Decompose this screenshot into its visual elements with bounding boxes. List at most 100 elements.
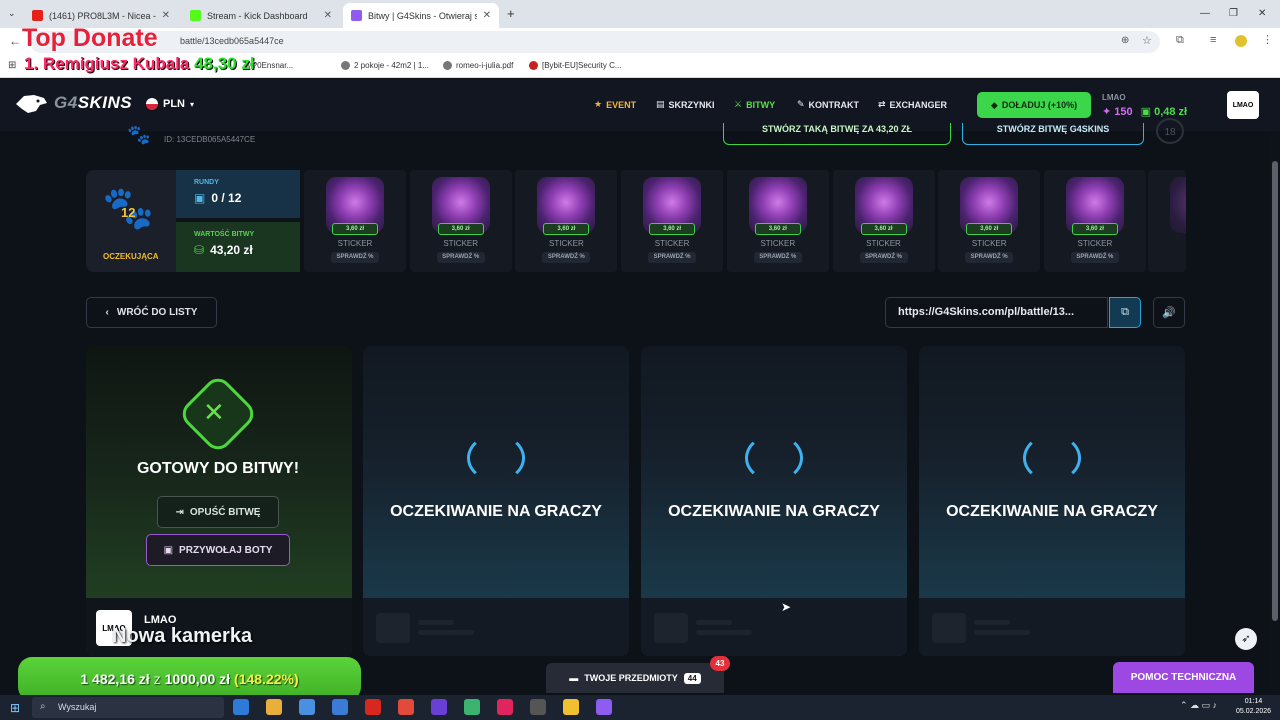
- loading-spinner-icon: [467, 434, 525, 482]
- store-icon[interactable]: [299, 699, 315, 715]
- create-same-battle-button[interactable]: STWÓRZ TAKĄ BITWĘ ZA 43,20 ZŁ: [723, 123, 951, 145]
- avatar-placeholder: [376, 613, 410, 643]
- browser-tab-kick[interactable]: Stream - Kick Dashboard ✕: [182, 3, 340, 28]
- case-name: STICKER: [443, 239, 479, 248]
- donate-goal: 1000,00 zł: [164, 671, 231, 687]
- restore-button[interactable]: ❐: [1229, 8, 1238, 19]
- close-tab-icon[interactable]: ✕: [324, 10, 332, 21]
- case-name: STICKER: [760, 239, 796, 248]
- logo-text: G4SKINS: [54, 93, 133, 112]
- check-odds-button[interactable]: SPRAWDŹ %: [331, 252, 379, 263]
- opera-icon[interactable]: [365, 699, 381, 715]
- deposit-icon: ◆: [990, 99, 998, 110]
- call-bots-button[interactable]: ▣ PRZYWOŁAJ BOTY: [146, 534, 290, 566]
- case-card[interactable]: 3,60 zł STICKER SPRAWDŹ %: [1043, 170, 1146, 272]
- file-explorer-icon[interactable]: [266, 699, 282, 715]
- chevron-left-icon: ‹: [105, 307, 109, 318]
- top-donate-entry: 1. Remigiusz Kubala 48,30 zł: [24, 54, 255, 73]
- nav-kontrakt[interactable]: ✎ KONTRAKT: [797, 99, 859, 110]
- new-tab-button[interactable]: +: [507, 6, 515, 21]
- case-card[interactable]: 3,60 zł STICKER SPRAWDŹ %: [409, 170, 512, 272]
- nav-skrzynki[interactable]: ▤ SKRZYNKI: [656, 99, 715, 110]
- kick-icon[interactable]: [563, 699, 579, 715]
- windows-start-icon[interactable]: ⊞: [10, 701, 20, 715]
- bookmark-item[interactable]: romeo-i-julia.pdf: [443, 61, 513, 70]
- avatar-placeholder: [654, 613, 688, 643]
- exit-icon: ⇥: [175, 506, 184, 518]
- bookmark-item[interactable]: 2 pokoje - 42m2 | 1...: [341, 61, 429, 70]
- case-name: STICKER: [654, 239, 690, 248]
- bookmark-star-icon[interactable]: ☆: [1142, 34, 1152, 47]
- share-url-field[interactable]: https://G4Skins.com/pl/battle/13...: [885, 297, 1108, 328]
- mail-icon[interactable]: [332, 699, 348, 715]
- copy-link-button[interactable]: ⧉: [1109, 297, 1141, 328]
- battle-value-label: WARTOŚĆ BITWY: [194, 231, 255, 238]
- system-tray-icons[interactable]: ⌃ ☁ ▭ ♪: [1180, 700, 1217, 711]
- media-icon[interactable]: ≡: [1210, 34, 1216, 46]
- top-donate-title: Top Donate: [22, 24, 158, 52]
- close-window-button[interactable]: ✕: [1258, 8, 1266, 19]
- bookmark-item[interactable]: [Bybit-EU]Security C...: [529, 61, 622, 70]
- close-tab-icon[interactable]: ✕: [483, 10, 491, 21]
- case-card[interactable]: 3,60 zł STICKER SPRAWDŹ %: [621, 170, 724, 272]
- browser-tab-g4skins[interactable]: Bitwy | G4Skins - Otwieraj skrzy ✕: [343, 3, 499, 28]
- create-g4skins-battle-button[interactable]: STWÓRZ BITWĘ G4SKINS: [962, 123, 1144, 145]
- currency-selector[interactable]: PLN ▾: [146, 98, 194, 110]
- edge-icon[interactable]: [233, 699, 249, 715]
- loading-spinner-icon: [1023, 434, 1081, 482]
- tiktok-icon[interactable]: [497, 699, 513, 715]
- extensions-icon[interactable]: ⧉: [1176, 34, 1184, 47]
- tab-list-chevron-icon[interactable]: ⌄: [8, 8, 16, 19]
- user-summary[interactable]: LMAO ✦ 150 ▣ 0,48 zł: [1102, 93, 1187, 118]
- back-to-list-button[interactable]: ‹ WRÓĆ DO LISTY: [86, 297, 217, 328]
- battle-value-box: WARTOŚĆ BITWY ⛁ 43,20 zł: [176, 222, 300, 272]
- back-arrow-icon[interactable]: ←: [9, 34, 21, 48]
- sound-toggle-button[interactable]: 🔊: [1153, 297, 1185, 328]
- your-items-button[interactable]: ▬ TWOJE PRZEDMIOTY 44: [546, 663, 724, 693]
- profile-icon[interactable]: [1235, 35, 1247, 47]
- case-card-partial[interactable]: [1148, 170, 1186, 272]
- check-odds-button[interactable]: SPRAWDŹ %: [859, 252, 908, 263]
- page-scrollbar[interactable]: [1270, 131, 1280, 691]
- chrome-profile-icon[interactable]: [464, 699, 480, 715]
- star-icon: ★: [594, 99, 603, 109]
- chrome-icon[interactable]: [398, 699, 414, 715]
- taskbar-clock[interactable]: 01:14 05.02.2026: [1236, 697, 1271, 717]
- case-card[interactable]: 3,60 zł STICKER SPRAWDŹ %: [832, 170, 935, 272]
- player-slot-4: [919, 346, 1185, 656]
- app-icon[interactable]: [530, 699, 546, 715]
- minimize-button[interactable]: —: [1200, 8, 1210, 19]
- check-odds-button[interactable]: SPRAWDŹ %: [542, 252, 591, 263]
- case-card[interactable]: 3,60 zł STICKER SPRAWDŹ %: [515, 170, 618, 272]
- menu-dots-icon[interactable]: ⋮: [1262, 33, 1273, 46]
- nav-event[interactable]: ★ EVENT: [594, 99, 636, 110]
- close-tab-icon[interactable]: ✕: [162, 10, 170, 21]
- zoom-icon[interactable]: ⊕: [1121, 35, 1129, 46]
- apps-grid-icon[interactable]: ⊞: [8, 60, 16, 71]
- deposit-button[interactable]: ◆ DOŁADUJ (+10%): [977, 92, 1091, 118]
- nav-exchanger[interactable]: ⇄ EXCHANGER: [878, 99, 947, 110]
- tab-title: Bitwy | G4Skins - Otwieraj skrzy: [368, 10, 477, 21]
- discord-icon[interactable]: [596, 699, 612, 715]
- rocket-icon[interactable]: ➶: [1235, 628, 1257, 650]
- address-bar[interactable]: battle/13cedb065a5447ce: [30, 31, 1160, 53]
- leave-battle-button[interactable]: ⇥ OPUŚĆ BITWĘ: [157, 496, 279, 528]
- obs-icon[interactable]: [431, 699, 447, 715]
- rounds-icon: ▣: [194, 191, 206, 205]
- taskbar-search[interactable]: Wyszukaj: [32, 697, 224, 718]
- tech-support-button[interactable]: POMOC TECHNICZNA: [1113, 662, 1254, 693]
- check-odds-button[interactable]: SPRAWDŹ %: [1070, 252, 1119, 263]
- check-odds-button[interactable]: SPRAWDŹ %: [648, 252, 697, 263]
- username: LMAO: [1102, 93, 1126, 102]
- user-avatar[interactable]: LMAO: [1227, 91, 1259, 119]
- nav-bitwy[interactable]: ⚔ BITWY: [734, 99, 775, 110]
- g4skins-logo[interactable]: G4SKINS: [14, 92, 132, 114]
- check-odds-button[interactable]: SPRAWDŹ %: [436, 252, 485, 263]
- check-odds-button[interactable]: SPRAWDŹ %: [965, 252, 1014, 263]
- check-odds-button[interactable]: SPRAWDŹ %: [753, 252, 802, 263]
- paw-icon: 🐾: [127, 125, 151, 146]
- case-card[interactable]: 3,60 zł STICKER SPRAWDŹ %: [938, 170, 1041, 272]
- case-card[interactable]: 3,60 zł STICKER SPRAWDŹ %: [726, 170, 829, 272]
- name-placeholder: [696, 620, 732, 625]
- case-card[interactable]: 3,60 zł STICKER SPRAWDŹ %: [304, 170, 406, 272]
